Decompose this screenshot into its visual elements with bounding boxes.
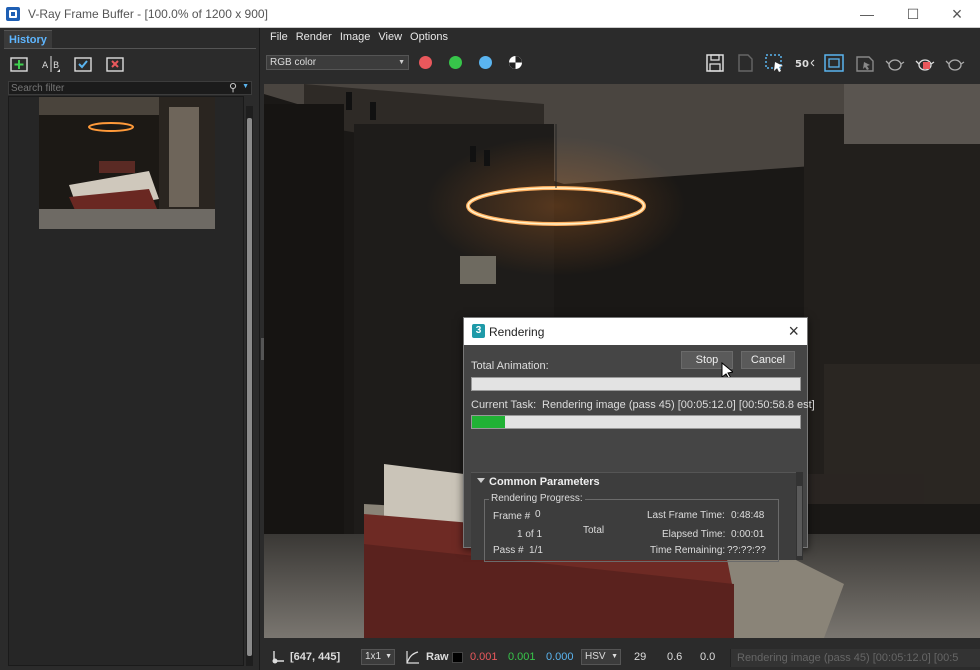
search-icon[interactable]: ⚲ <box>229 81 237 94</box>
elapsed-time-value: 0:00:01 <box>731 529 765 540</box>
raw-label[interactable]: Raw <box>426 651 449 663</box>
history-tab-underline <box>4 48 256 49</box>
menu-view[interactable]: View <box>378 31 402 43</box>
history-scrollbar[interactable] <box>246 106 253 666</box>
save-image-icon[interactable] <box>704 52 726 74</box>
dialog-scroll-thumb[interactable] <box>797 486 802 556</box>
common-parameters-section: Common Parameters Rendering Progress: Fr… <box>471 472 796 562</box>
total-animation-progress <box>471 377 801 391</box>
color-swatch <box>452 652 463 663</box>
alpha-channel-button[interactable] <box>509 56 522 69</box>
chevron-down-icon: ▼ <box>398 59 405 66</box>
blue-channel-button[interactable] <box>479 56 492 69</box>
last-frame-time-value: 0:48:48 <box>731 510 765 521</box>
chevron-down-icon: ▼ <box>385 653 392 660</box>
green-value: 0.001 <box>508 651 536 663</box>
track-mouse-icon[interactable] <box>854 52 876 74</box>
svg-text:A: A <box>42 61 49 71</box>
teapot-interactive-render-icon[interactable] <box>944 52 966 74</box>
svg-text:B: B <box>53 61 59 71</box>
vray-app-icon <box>6 6 20 21</box>
clear-image-icon[interactable] <box>734 52 756 74</box>
region-render-icon[interactable] <box>763 52 785 74</box>
history-toolbar: AB <box>8 53 126 79</box>
remove-image-icon[interactable] <box>104 53 126 75</box>
menu-file[interactable]: File <box>270 31 288 43</box>
task-progress-fill <box>472 416 505 428</box>
title-bar: V-Ray Frame Buffer - [100.0% of 1200 x 9… <box>0 0 980 28</box>
cancel-button[interactable]: Cancel <box>741 351 795 369</box>
current-task-progress <box>471 415 801 429</box>
zoom-50-icon[interactable]: 50 <box>794 52 816 74</box>
close-window-button[interactable]: × <box>934 0 980 28</box>
color-mode-select[interactable]: HSV ▼ <box>581 649 621 665</box>
history-thumbnail[interactable] <box>39 97 215 229</box>
saturation-value: 0.6 <box>667 651 683 663</box>
search-filter-input[interactable] <box>9 82 219 94</box>
history-search: ⚲ ▼ <box>8 81 252 95</box>
close-icon[interactable]: × <box>788 321 799 342</box>
chevron-down-icon: ▼ <box>611 653 618 660</box>
elapsed-time-label: Elapsed Time: <box>662 529 726 540</box>
window-title: V-Ray Frame Buffer - [100.0% of 1200 x 9… <box>28 6 268 21</box>
zoom-label: 50 <box>795 59 809 70</box>
history-tab[interactable]: History <box>4 30 52 48</box>
status-message: Rendering image (pass 45) [00:05:12.0] [… <box>730 649 980 667</box>
time-remaining-value: ??:??:?? <box>727 545 766 556</box>
total-animation-label: Total Animation: <box>471 360 549 372</box>
teapot-stop-render-icon[interactable] <box>914 52 936 74</box>
frame-value: 0 <box>535 509 541 520</box>
save-to-history-icon[interactable] <box>8 53 30 75</box>
rendering-dialog: 3 Rendering × Total Animation: Stop Canc… <box>463 317 815 562</box>
total-label: Total <box>583 525 605 536</box>
pass-value: 1/1 <box>529 545 543 556</box>
current-task-value: Rendering image (pass 45) [00:05:12.0] [… <box>542 399 815 411</box>
sampling-value: 1x1 <box>365 651 382 662</box>
menu-image[interactable]: Image <box>340 31 371 43</box>
time-remaining-label: Time Remaining: <box>650 545 726 556</box>
curve-icon[interactable] <box>404 649 420 668</box>
search-dropdown-icon[interactable]: ▼ <box>242 83 249 90</box>
rendering-dialog-titlebar: 3 Rendering × <box>464 318 807 345</box>
3dsmax-icon: 3 <box>472 324 485 338</box>
red-channel-button[interactable] <box>419 56 432 69</box>
main-toolbar: RGB color ▼ 50 <box>264 46 980 78</box>
history-scroll-thumb[interactable] <box>247 118 252 656</box>
frame-of-label: 1 of 1 <box>517 529 543 540</box>
green-channel-button[interactable] <box>449 56 462 69</box>
rendering-dialog-title: Rendering <box>489 325 545 339</box>
value-value: 0.0 <box>700 651 716 663</box>
history-panel: History AB ⚲ ▼ <box>0 28 260 670</box>
channel-select-value: RGB color <box>270 57 317 68</box>
blue-value: 0.000 <box>546 651 574 663</box>
history-list <box>8 96 244 666</box>
minimize-button[interactable]: — <box>844 0 890 28</box>
rendering-progress-group: Rendering Progress: Frame # 0 1 of 1 Tot… <box>484 493 779 562</box>
collapse-triangle-icon[interactable] <box>477 478 485 483</box>
menu-options[interactable]: Options <box>410 31 448 43</box>
last-frame-time-label: Last Frame Time: <box>647 510 725 521</box>
maximize-button[interactable]: ☐ <box>890 0 936 28</box>
rendering-progress-label: Rendering Progress: <box>489 493 585 504</box>
pass-label: Pass # <box>493 545 524 556</box>
common-parameters-title[interactable]: Common Parameters <box>489 476 600 488</box>
color-mode-value: HSV <box>585 651 606 662</box>
sampling-select[interactable]: 1x1 ▼ <box>361 649 395 665</box>
hue-value: 29 <box>634 651 647 663</box>
current-task-label: Current Task: <box>471 399 537 411</box>
load-image-icon[interactable] <box>72 53 94 75</box>
channel-select[interactable]: RGB color ▼ <box>266 55 409 70</box>
dialog-scrollbar[interactable] <box>796 472 803 560</box>
frame-region-icon[interactable] <box>823 52 845 74</box>
red-value: 0.001 <box>470 651 498 663</box>
ab-compare-icon[interactable]: AB <box>40 53 62 75</box>
status-bar: [647, 445] 1x1 ▼ Raw 0.001 0.001 0.000 H… <box>264 646 980 670</box>
teapot-render-icon[interactable] <box>884 52 906 74</box>
menu-bar: File Render Image View Options <box>264 28 980 46</box>
frame-label: Frame # <box>493 511 531 522</box>
menu-render[interactable]: Render <box>296 31 332 43</box>
pixel-info-icon[interactable] <box>270 649 286 668</box>
rendering-dialog-body: Total Animation: Stop Cancel Current Tas… <box>464 345 815 562</box>
pixel-coords: [647, 445] <box>290 651 341 663</box>
